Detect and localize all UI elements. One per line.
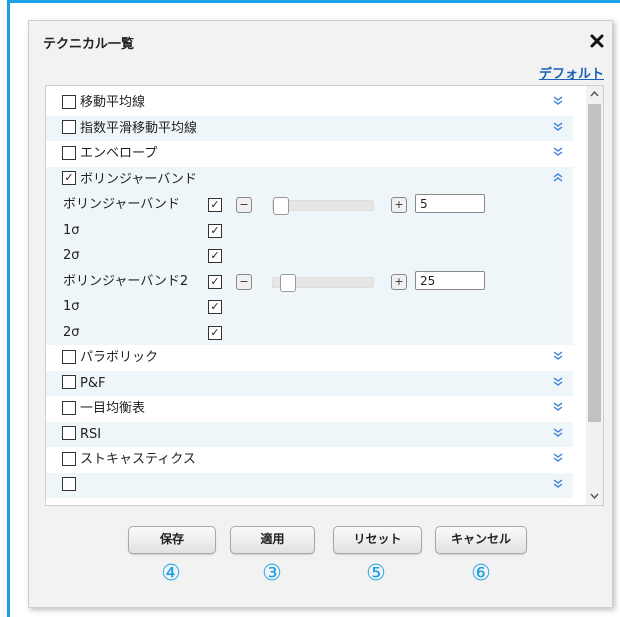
highlight-frame-left <box>7 0 10 617</box>
default-link[interactable]: デフォルト <box>539 63 604 82</box>
list-item-ema[interactable]: 指数平滑移動平均線 <box>46 115 573 141</box>
list-item-rsi[interactable]: RSI <box>46 421 573 447</box>
decrement-button[interactable]: − <box>236 197 252 213</box>
checkbox-checked[interactable]: ✓ <box>208 274 222 289</box>
checkbox[interactable] <box>62 120 76 134</box>
checkbox-checked[interactable]: ✓ <box>208 249 222 263</box>
expand-icon[interactable] <box>553 447 563 472</box>
bollinger-band2-sigma2-row: 2σ ✓ <box>46 319 573 345</box>
cancel-button[interactable]: キャンセル <box>435 526 527 554</box>
expand-icon[interactable] <box>553 473 563 498</box>
checkbox[interactable] <box>62 426 76 440</box>
checkbox[interactable] <box>62 477 76 491</box>
checkbox[interactable] <box>62 400 76 415</box>
annotation-apply: ③ <box>262 561 282 586</box>
collapse-icon[interactable] <box>553 167 563 192</box>
setting-label: 2σ <box>63 324 80 340</box>
slider-thumb[interactable] <box>279 273 296 292</box>
list-scrollbar[interactable] <box>586 86 603 505</box>
scroll-up-icon[interactable] <box>586 86 603 103</box>
checkbox-checked[interactable]: ✓ <box>62 171 76 185</box>
expand-icon[interactable] <box>553 396 563 421</box>
checkbox[interactable] <box>62 451 76 466</box>
expand-icon[interactable] <box>553 422 563 447</box>
technical-list-dialog: テクニカル一覧 デフォルト 移動平均線 指数平滑移動平均線 エンベロープ ✓ ボ… <box>28 20 613 608</box>
list-item-parabolic[interactable]: パラボリック <box>46 345 573 371</box>
bollinger-band1-row: ボリンジャーバンド ✓ − + 5 <box>46 192 573 218</box>
list-item-stochastics[interactable]: ストキャスティクス <box>46 447 573 473</box>
annotation-cancel: ⑥ <box>471 561 491 586</box>
list-item-pf[interactable]: P&F <box>46 370 573 396</box>
list-item-ichimoku[interactable]: 一目均衡表 <box>46 396 573 422</box>
expand-icon[interactable] <box>553 90 563 115</box>
period-input[interactable]: 5 <box>415 194 485 213</box>
save-button[interactable]: 保存 <box>128 526 216 554</box>
expand-icon[interactable] <box>553 141 563 166</box>
apply-button[interactable]: 適用 <box>230 526 315 554</box>
annotation-save: ④ <box>161 561 181 586</box>
bollinger-band2-row: ボリンジャーバンド2 ✓ − + 25 <box>46 268 573 294</box>
setting-label: ボリンジャーバンド <box>63 197 180 212</box>
period-slider[interactable] <box>272 197 374 215</box>
list-item-partial[interactable] <box>46 472 573 498</box>
list-item-label: 指数平滑移動平均線 <box>80 120 198 136</box>
scrollbar-thumb[interactable] <box>588 104 601 422</box>
checkbox[interactable] <box>62 349 76 364</box>
increment-button[interactable]: + <box>391 197 407 213</box>
list-item-moving-average[interactable]: 移動平均線 <box>46 90 573 116</box>
bollinger-band1-sigma2-row: 2σ ✓ <box>46 243 573 269</box>
setting-label: 1σ <box>63 299 80 314</box>
reset-button[interactable]: リセット <box>333 526 422 554</box>
slider-thumb[interactable] <box>273 197 289 215</box>
list-item-label: 一目均衡表 <box>80 401 146 416</box>
bollinger-band1-sigma1-row: 1σ ✓ <box>46 217 573 243</box>
period-input[interactable]: 25 <box>415 270 485 290</box>
list-item-label: ボリンジャーバンド <box>80 171 197 187</box>
checkbox-checked[interactable]: ✓ <box>208 325 222 340</box>
period-slider[interactable] <box>272 273 374 292</box>
list-item-label: ストキャスティクス <box>80 452 196 467</box>
setting-label: 2σ <box>63 248 80 263</box>
checkbox[interactable] <box>62 145 76 160</box>
setting-label: ボリンジャーバンド2 <box>63 273 189 289</box>
checkbox-checked[interactable]: ✓ <box>208 198 222 212</box>
list-item-label: RSI <box>80 426 102 442</box>
checkbox[interactable] <box>62 94 76 109</box>
checkbox[interactable] <box>62 375 76 389</box>
bollinger-band2-sigma1-row: 1σ ✓ <box>46 294 573 320</box>
list-item-label: 移動平均線 <box>80 95 146 110</box>
increment-button[interactable]: + <box>391 273 407 290</box>
list-item-label: パラボリック <box>80 350 159 365</box>
highlight-frame-top <box>7 0 620 3</box>
list-item-bollinger[interactable]: ✓ ボリンジャーバンド <box>46 166 573 192</box>
list-item-envelope[interactable]: エンベロープ <box>46 141 573 167</box>
setting-label: 1σ <box>63 222 80 238</box>
expand-icon[interactable] <box>553 116 563 141</box>
list-item-label: P&F <box>80 375 106 391</box>
expand-icon[interactable] <box>553 371 563 396</box>
dialog-title: テクニカル一覧 <box>43 37 135 52</box>
decrement-button[interactable]: − <box>236 273 252 290</box>
list-item-label: エンベロープ <box>80 146 158 161</box>
close-icon[interactable] <box>590 27 604 51</box>
indicator-list[interactable]: 移動平均線 指数平滑移動平均線 エンベロープ ✓ ボリンジャーバンド ボリンジャ… <box>45 85 604 506</box>
checkbox-checked[interactable]: ✓ <box>208 223 222 238</box>
checkbox-checked[interactable]: ✓ <box>208 300 222 314</box>
annotation-reset: ⑤ <box>366 561 386 586</box>
expand-icon[interactable] <box>553 345 563 370</box>
scroll-down-icon[interactable] <box>586 488 603 505</box>
